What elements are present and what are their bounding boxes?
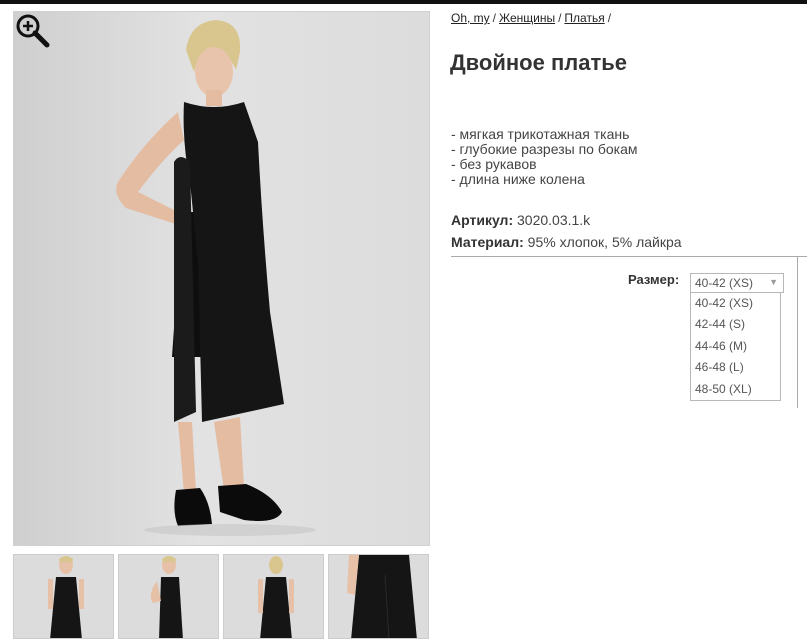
thumbnail-front[interactable] (13, 554, 114, 639)
article-value: 3020.03.1.k (517, 212, 591, 228)
product-features: - мягкая трикотажная ткань - глубокие ра… (451, 127, 637, 187)
zoom-in-icon[interactable] (14, 12, 52, 50)
size-label: Размер: (628, 272, 680, 287)
product-main-image[interactable] (13, 11, 430, 546)
breadcrumb-separator: / (492, 11, 497, 25)
size-option-s[interactable]: 42-44 (S) (691, 314, 780, 335)
feature-item: - длина ниже колена (451, 171, 585, 187)
article-row: Артикул: 3020.03.1.k (451, 212, 590, 228)
thumbnail-side[interactable] (118, 554, 219, 639)
size-option-xs[interactable]: 40-42 (XS) (691, 293, 780, 314)
model-illustration (116, 20, 316, 536)
feature-item: - глубокие разрезы по бокам (451, 141, 638, 157)
article-label: Артикул: (451, 212, 514, 228)
size-option-l[interactable]: 46-48 (L) (691, 357, 780, 378)
material-label: Материал: (451, 234, 524, 250)
feature-item: - без рукавов (451, 156, 537, 172)
material-value: 95% хлопок, 5% лайкра (527, 234, 682, 250)
product-title: Двойное платье (450, 50, 627, 75)
breadcrumb: Oh, my / Женщины / Платья / (451, 11, 614, 25)
thumbnail-back[interactable] (223, 554, 324, 639)
breadcrumb-link-brand[interactable]: Oh, my (451, 11, 490, 25)
size-option-xl[interactable]: 48-50 (XL) (691, 379, 780, 400)
breadcrumb-link-dresses[interactable]: Платья (564, 11, 604, 25)
material-row: Материал: 95% хлопок, 5% лайкра (451, 234, 682, 250)
size-selected-value: 40-42 (XS) (695, 276, 754, 290)
size-option-m[interactable]: 44-46 (M) (691, 336, 780, 357)
breadcrumb-link-women[interactable]: Женщины (499, 11, 555, 25)
chevron-down-icon[interactable]: ▼ (769, 277, 778, 287)
divider-vertical (797, 256, 798, 408)
size-options-list: 40-42 (XS) 42-44 (S) 44-46 (M) 46-48 (L)… (690, 293, 781, 401)
size-select[interactable]: 40-42 (XS) ▼ (690, 273, 784, 293)
top-bar (0, 0, 807, 4)
divider (451, 256, 807, 257)
breadcrumb-separator: / (607, 11, 612, 25)
thumbnail-detail[interactable] (328, 554, 429, 639)
feature-item: - мягкая трикотажная ткань (451, 126, 630, 142)
thumbnail-strip (13, 554, 433, 639)
